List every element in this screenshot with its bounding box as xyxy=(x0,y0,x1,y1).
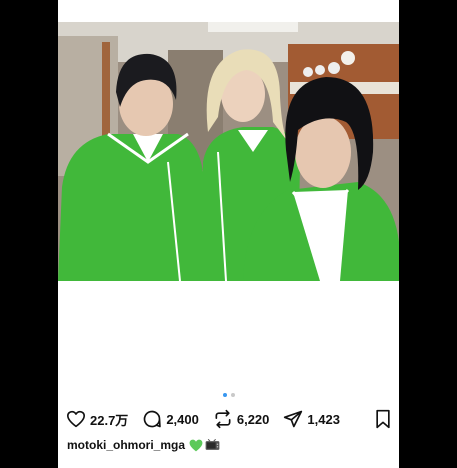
comment-count: 2,400 xyxy=(166,411,199,427)
heart-icon xyxy=(67,410,85,428)
like-count: 22.7万 xyxy=(90,412,129,428)
share-icon xyxy=(284,410,303,428)
television-emoji-icon xyxy=(205,438,220,450)
comment-icon xyxy=(144,410,162,428)
username-link[interactable]: motoki_ohmori_mga xyxy=(67,438,185,452)
photo-illustration xyxy=(58,22,399,281)
comment-button[interactable]: 2,400 xyxy=(142,409,199,429)
share-button[interactable]: 1,423 xyxy=(283,409,340,429)
carousel-dot xyxy=(230,393,235,397)
post-caption: motoki_ohmori_mga xyxy=(67,438,220,452)
post-photo[interactable] xyxy=(58,22,399,281)
share-count: 1,423 xyxy=(307,411,340,427)
carousel-dot-active xyxy=(222,393,227,397)
carousel-indicator xyxy=(58,393,399,397)
green-heart-emoji-icon xyxy=(189,439,203,451)
caption-emojis xyxy=(189,438,220,452)
repost-button[interactable]: 6,220 xyxy=(213,409,270,429)
bookmark-button[interactable] xyxy=(374,409,392,434)
bookmark-icon xyxy=(376,409,390,429)
post-actions-bar: 22.7万 2,400 6,220 1,423 xyxy=(66,407,396,431)
like-button[interactable]: 22.7万 xyxy=(66,410,128,429)
repost-count: 6,220 xyxy=(236,411,270,427)
repost-icon xyxy=(215,409,231,429)
post-container: 22.7万 2,400 6,220 1,423 motoki_ohmori_mg… xyxy=(58,0,399,468)
